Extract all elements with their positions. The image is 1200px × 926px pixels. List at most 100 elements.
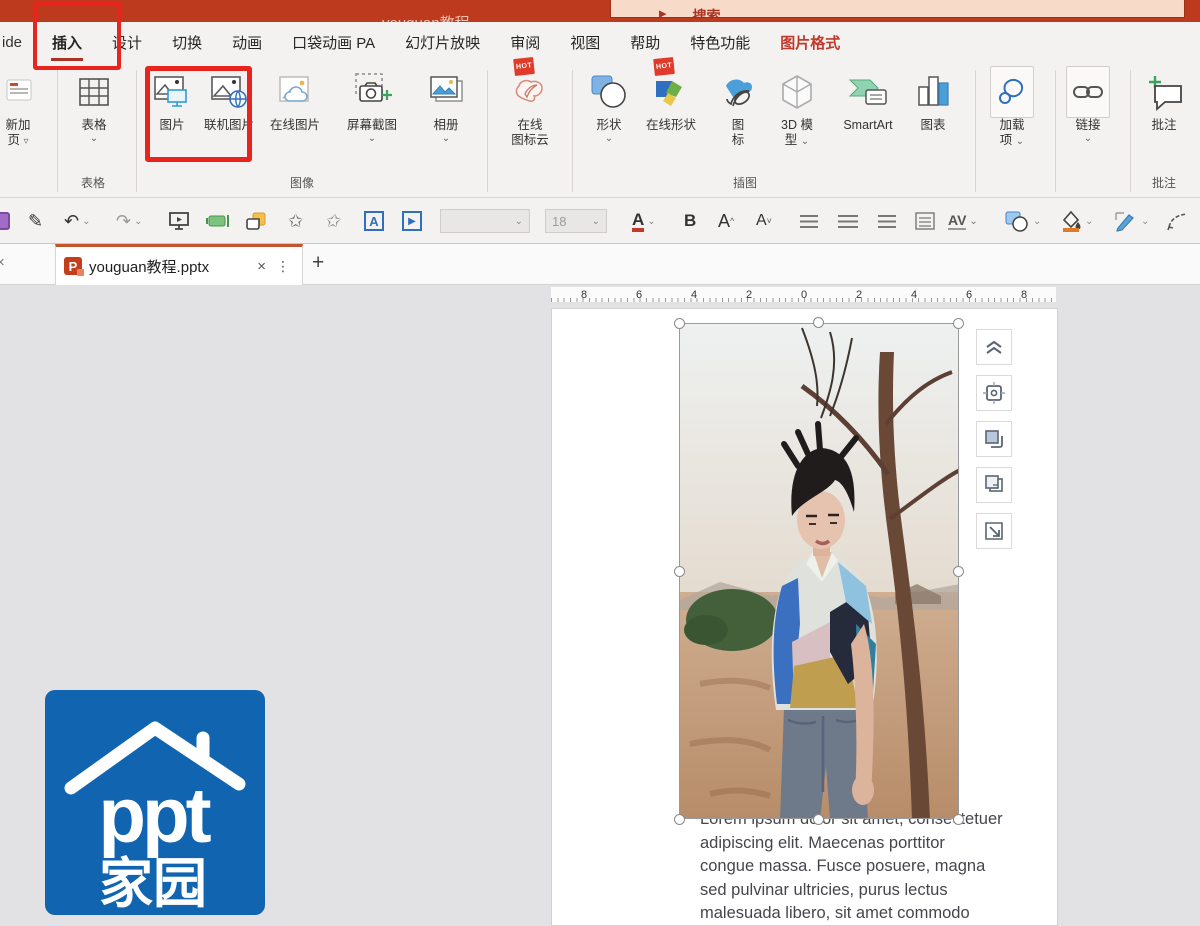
scroll-left-icon[interactable]: × <box>0 254 5 271</box>
line-spacing-button[interactable] <box>914 198 936 244</box>
collapse-panel-button[interactable] <box>976 329 1012 365</box>
close-tab-icon[interactable]: × <box>252 258 271 275</box>
position-center-button[interactable] <box>976 375 1012 411</box>
picture-button[interactable]: 图片 <box>146 66 198 133</box>
resize-crop-button[interactable] <box>976 513 1012 549</box>
animation-pane-button[interactable] <box>206 198 230 244</box>
dropdown-icon: ⌄ <box>1141 215 1150 227</box>
web-picture-icon <box>276 66 314 118</box>
new-page-button[interactable]: 新加 页 ▿ <box>0 66 44 148</box>
tab-design[interactable]: 设计 <box>97 32 157 53</box>
overlap-order-button[interactable] <box>976 421 1012 457</box>
font-color-icon: A <box>632 211 645 232</box>
table-button[interactable]: 表格 ⌄ <box>66 66 122 144</box>
dropdown-icon: ⌄ <box>1085 215 1094 227</box>
resize-handle-mid-left[interactable] <box>674 566 685 577</box>
shape-combo-icon <box>1005 211 1028 232</box>
tab-special-features[interactable]: 特色功能 <box>675 32 765 53</box>
addins-button[interactable]: 加载 项 ⌄ <box>984 66 1040 148</box>
star-icon: ✩ <box>288 210 304 231</box>
tab-insert[interactable]: 插入 <box>37 32 97 53</box>
insert-shape-button[interactable]: ⌄ <box>1004 198 1041 244</box>
ink-pen-button[interactable]: ✎ <box>28 198 43 244</box>
undo-button[interactable]: ↶ ⌄ <box>64 198 90 244</box>
tab-more-icon[interactable]: ⋮ <box>271 258 294 275</box>
favorite-shape2-button[interactable]: ✩ <box>321 198 346 244</box>
bold-button[interactable]: B <box>684 198 696 244</box>
color-swatch-partial[interactable] <box>0 198 10 244</box>
align-layers-button[interactable] <box>976 467 1012 503</box>
shapes-icon <box>589 66 629 118</box>
resize-handle-top-right[interactable] <box>953 318 964 329</box>
favorite-shape-button[interactable]: ✩ <box>288 198 303 244</box>
tab-transitions[interactable]: 切换 <box>157 32 217 53</box>
screenshot-button[interactable]: 屏幕截图 ⌄ <box>332 66 412 144</box>
addins-icon <box>990 66 1034 118</box>
tab-view[interactable]: 视图 <box>555 32 615 53</box>
web-picture-button[interactable]: 在线图片 <box>264 66 326 133</box>
tab-slideshow[interactable]: 幻灯片放映 <box>390 32 495 53</box>
tab-help[interactable]: 帮助 <box>615 32 675 53</box>
justify-icon <box>838 214 858 228</box>
online-shapes-icon: HOT <box>650 56 692 118</box>
inserted-photo[interactable] <box>679 323 959 819</box>
resize-handle-bottom-center[interactable] <box>813 814 824 825</box>
online-picture-button[interactable]: 联机图片 <box>200 66 258 133</box>
redo-button[interactable]: ↷ ⌄ <box>116 198 142 244</box>
text-box-button[interactable]: A <box>364 198 384 244</box>
album-button[interactable]: 相册 ⌄ <box>420 66 472 144</box>
3d-model-button[interactable]: 3D 模 型 ⌄ <box>766 66 828 148</box>
tab-picture-format[interactable]: 图片格式 <box>765 32 855 53</box>
online-icon-cloud-button[interactable]: HOT 在线 图标云 <box>498 56 562 148</box>
character-spacing-button[interactable]: AV ⌄ <box>948 198 978 244</box>
shape-fill-button[interactable]: ⌄ <box>1060 198 1093 244</box>
search-box[interactable]: ▸ 搜索 <box>610 0 1185 18</box>
resize-handle-bottom-right[interactable] <box>953 814 964 825</box>
tab-animations[interactable]: 动画 <box>217 32 277 53</box>
align-left-button[interactable] <box>878 198 896 244</box>
link-button[interactable]: 链接 ⌄ <box>1064 66 1112 144</box>
search-label: 搜索 <box>692 8 721 18</box>
shape-outline-button[interactable]: ⌄ <box>1114 198 1149 244</box>
align-center-button[interactable] <box>800 198 818 244</box>
icons-button[interactable]: 图标 <box>716 66 760 148</box>
font-name-select[interactable]: ⌄ <box>440 198 530 244</box>
resize-handle-bottom-left[interactable] <box>674 814 685 825</box>
start-slideshow-button[interactable] <box>168 198 190 244</box>
hot-badge: HOT <box>653 56 676 77</box>
slide[interactable]: Lorem ipsum dolor sit amet, consectetuer… <box>551 308 1058 926</box>
copy-shape-icon <box>246 212 266 230</box>
dropdown-icon: ⌄ <box>514 215 523 227</box>
shrink-font-button[interactable]: A ˅ <box>756 198 772 244</box>
media-button[interactable]: ▶ <box>402 198 422 244</box>
new-tab-button[interactable]: + <box>312 251 324 275</box>
smartart-button[interactable]: SmartArt <box>832 66 904 133</box>
ribbon: 新加 页 ▿ 表格 ⌄ 表格 图片 联机图片 在线图片 屏幕截图 ⌄ 相册 ⌄ … <box>0 56 1200 198</box>
dropdown-icon: ⌄ <box>134 215 143 227</box>
chart-button[interactable]: 图表 <box>908 66 958 133</box>
document-tab[interactable]: P youguan教程.pptx × ⋮ <box>55 244 303 285</box>
resize-handle-top-left[interactable] <box>674 318 685 329</box>
justify-button[interactable] <box>838 198 858 244</box>
star-icon: ✩ <box>323 210 344 231</box>
font-size-select[interactable]: 18 ⌄ <box>545 198 607 244</box>
edit-points-button[interactable] <box>1166 198 1190 244</box>
screenshot-icon <box>350 66 394 118</box>
textbox-icon: A <box>364 211 384 231</box>
online-shapes-button[interactable]: HOT 在线形状 <box>638 56 704 133</box>
comment-button[interactable]: 批注 <box>1138 66 1190 133</box>
shapes-button[interactable]: 形状 ⌄ <box>584 66 634 144</box>
grow-font-button[interactable]: A ^ <box>718 198 734 244</box>
center-position-icon <box>983 382 1005 404</box>
font-color-button[interactable]: A ⌄ <box>632 198 656 244</box>
resize-handle-top-center[interactable] <box>813 317 824 328</box>
tab-review[interactable]: 审阅 <box>495 32 555 53</box>
resize-handle-mid-right[interactable] <box>953 566 964 577</box>
kerning-icon: AV <box>948 212 967 230</box>
dropdown-icon: ⌄ <box>89 133 99 144</box>
copy-shape-button[interactable] <box>244 198 268 244</box>
tab-islide[interactable]: ide <box>0 34 37 51</box>
powerpoint-file-icon: P <box>64 257 84 276</box>
tab-pocket-animation[interactable]: 口袋动画 PA <box>277 32 390 53</box>
slide-body-text[interactable]: Lorem ipsum dolor sit amet, consectetuer… <box>700 808 1030 926</box>
